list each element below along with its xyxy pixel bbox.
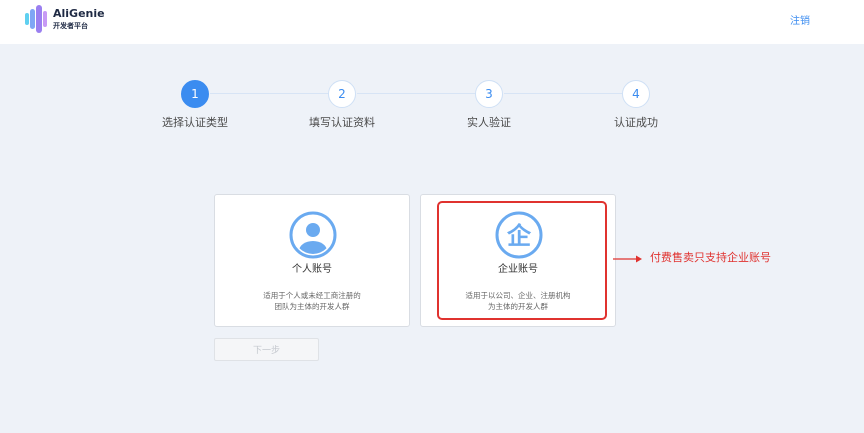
step-connector	[210, 93, 328, 94]
step-2-indicator: 2	[328, 80, 356, 108]
step-1-indicator: 1	[181, 80, 209, 108]
step-1-label: 选择认证类型	[162, 116, 228, 129]
personal-account-title: 个人账号	[292, 264, 332, 275]
step-4-label: 认证成功	[614, 116, 658, 129]
aligenie-logo-icon	[25, 5, 47, 33]
personal-account-description: 适用于个人或未经工商注册的 团队为主体的开发人群	[263, 291, 361, 311]
next-step-button[interactable]: 下一步	[214, 338, 319, 361]
step-3-indicator: 3	[475, 80, 503, 108]
step-connector	[357, 93, 475, 94]
annotation-arrow-icon	[613, 255, 642, 263]
person-icon	[289, 211, 337, 259]
top-header: AliGenie 开发者平台 注销	[0, 0, 864, 44]
annotation-highlight-box	[437, 201, 607, 320]
brand-subtitle: 开发者平台	[53, 22, 88, 30]
step-3-label: 实人验证	[467, 116, 511, 129]
logout-link[interactable]: 注销	[780, 12, 820, 27]
step-4-indicator: 4	[622, 80, 650, 108]
step-2-label: 填写认证资料	[309, 116, 375, 129]
annotation-note: 付费售卖只支持企业账号	[650, 251, 771, 264]
personal-account-card[interactable]: 个人账号 适用于个人或未经工商注册的 团队为主体的开发人群	[214, 194, 410, 327]
step-connector	[504, 93, 622, 94]
brand-name: AliGenie	[53, 7, 105, 20]
